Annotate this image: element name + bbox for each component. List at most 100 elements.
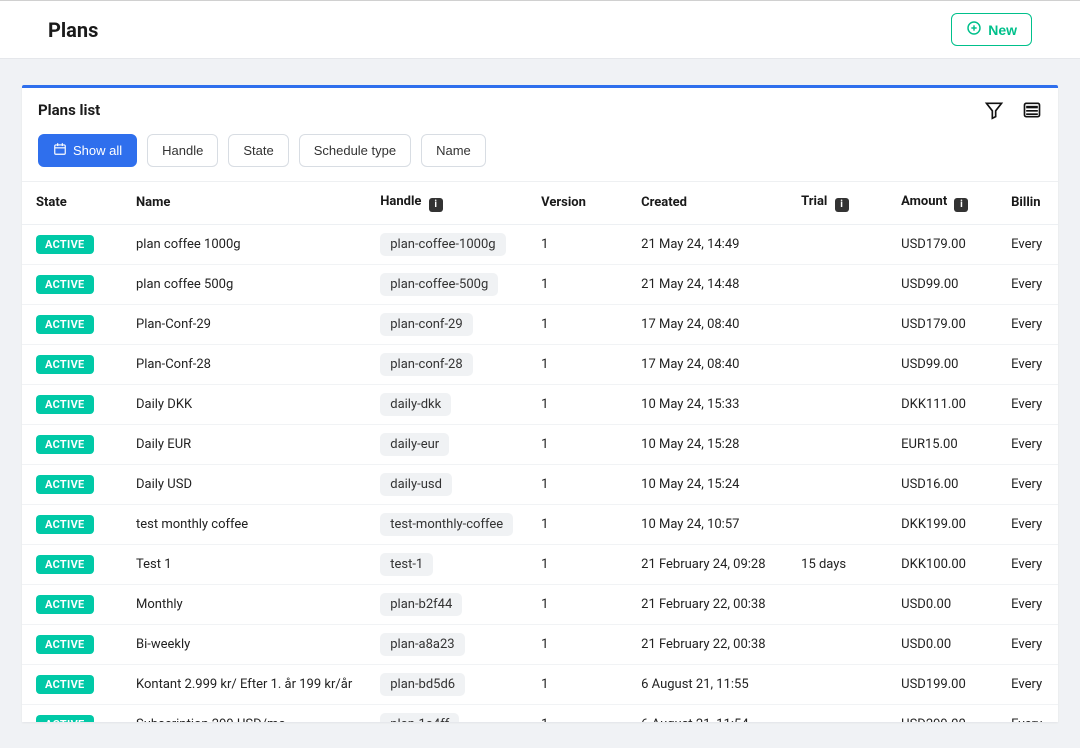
cell-trial [787,664,887,704]
cell-trial [787,224,887,264]
cell-version: 1 [527,624,627,664]
cell-created: 17 May 24, 08:40 [627,344,787,384]
info-icon[interactable]: i [954,198,968,212]
filter-handle[interactable]: Handle [147,134,218,167]
table-row[interactable]: ACTIVEDaily DKKdaily-dkk110 May 24, 15:3… [22,384,1058,424]
status-badge: ACTIVE [36,235,94,254]
table-row[interactable]: ACTIVEplan coffee 500gplan-coffee-500g12… [22,264,1058,304]
table-scroll[interactable]: State Name Handle i Version Created Tria… [22,182,1058,722]
cell-amount: EUR15.00 [887,424,997,464]
panel-title: Plans list [38,101,100,119]
new-button[interactable]: New [951,13,1032,46]
table-row[interactable]: ACTIVETest 1test-1121 February 24, 09:28… [22,544,1058,584]
cell-amount: USD0.00 [887,624,997,664]
table-row[interactable]: ACTIVEKontant 2.999 kr/ Efter 1. år 199 … [22,664,1058,704]
cell-billing: Every [997,304,1058,344]
cell-billing: Every [997,544,1058,584]
filter-show-all-label: Show all [73,143,122,158]
cell-created: 21 May 24, 14:49 [627,224,787,264]
handle-pill[interactable]: test-1 [380,553,433,576]
info-icon[interactable]: i [835,198,849,212]
status-badge: ACTIVE [36,435,94,454]
handle-pill[interactable]: plan-1a4ff [380,713,459,723]
cell-version: 1 [527,584,627,624]
cell-created: 6 August 21, 11:54 [627,704,787,722]
cell-name: Plan-Conf-29 [122,304,366,344]
cell-amount: USD199.00 [887,664,997,704]
table-row[interactable]: ACTIVEMonthlyplan-b2f44121 February 22, … [22,584,1058,624]
status-badge: ACTIVE [36,395,94,414]
cell-amount: DKK111.00 [887,384,997,424]
table-row[interactable]: ACTIVEDaily USDdaily-usd110 May 24, 15:2… [22,464,1058,504]
cell-version: 1 [527,384,627,424]
page-header: Plans New [0,0,1080,59]
status-badge: ACTIVE [36,675,94,694]
status-badge: ACTIVE [36,315,94,334]
cell-amount: USD99.00 [887,344,997,384]
col-state[interactable]: State [22,182,122,224]
cell-name: Daily USD [122,464,366,504]
table-row[interactable]: ACTIVEPlan-Conf-28plan-conf-28117 May 24… [22,344,1058,384]
cell-trial [787,264,887,304]
table-row[interactable]: ACTIVEDaily EURdaily-eur110 May 24, 15:2… [22,424,1058,464]
cell-created: 6 August 21, 11:55 [627,664,787,704]
table-row[interactable]: ACTIVE plan coffee 1000g plan-coffee-1000g… [22,224,1058,264]
handle-pill[interactable]: plan-b2f44 [380,593,462,616]
table-row[interactable]: ACTIVEtest monthly coffeetest-monthly-co… [22,504,1058,544]
filter-show-all[interactable]: Show all [38,134,137,167]
cell-billing: Every [997,384,1058,424]
plans-table: State Name Handle i Version Created Tria… [22,182,1058,722]
col-trial[interactable]: Trial i [787,182,887,224]
table-row[interactable]: ACTIVEBi-weeklyplan-a8a23121 February 22… [22,624,1058,664]
col-amount[interactable]: Amount i [887,182,997,224]
cell-name: Monthly [122,584,366,624]
handle-pill[interactable]: plan-conf-28 [380,353,472,376]
info-icon[interactable]: i [429,198,443,212]
filter-name[interactable]: Name [421,134,486,167]
filter-state[interactable]: State [228,134,288,167]
col-handle[interactable]: Handle i [366,182,527,224]
cell-billing: Every [997,664,1058,704]
cell-trial [787,304,887,344]
cell-created: 10 May 24, 10:57 [627,504,787,544]
cell-billing: Every [997,624,1058,664]
status-badge: ACTIVE [36,475,94,494]
cell-version: 1 [527,544,627,584]
calendar-icon [53,142,67,159]
cell-created: 21 May 24, 14:48 [627,264,787,304]
cell-trial [787,384,887,424]
handle-pill[interactable]: plan-coffee-1000g [380,233,505,256]
cell-billing: Every [997,464,1058,504]
cell-version: 1 [527,424,627,464]
cell-version: 1 [527,464,627,504]
handle-pill[interactable]: plan-a8a23 [380,633,464,656]
cell-name: Plan-Conf-28 [122,344,366,384]
filter-icon[interactable] [984,100,1004,120]
filter-schedule-type[interactable]: Schedule type [299,134,411,167]
handle-pill[interactable]: plan-coffee-500g [380,273,498,296]
handle-pill[interactable]: daily-usd [380,473,452,496]
handle-pill[interactable]: daily-eur [380,433,449,456]
cell-billing: Every [997,704,1058,722]
handle-pill[interactable]: plan-conf-29 [380,313,472,336]
col-version[interactable]: Version [527,182,627,224]
handle-pill[interactable]: daily-dkk [380,393,451,416]
handle-pill[interactable]: test-monthly-coffee [380,513,513,536]
plus-circle-icon [966,20,982,39]
cell-name: plan coffee 1000g [122,224,366,264]
cell-trial [787,504,887,544]
col-created[interactable]: Created [627,182,787,224]
col-billing[interactable]: Billin [997,182,1058,224]
cell-version: 1 [527,344,627,384]
status-badge: ACTIVE [36,715,94,723]
cell-name: Subscription 299 USD/mo [122,704,366,722]
cell-created: 17 May 24, 08:40 [627,304,787,344]
handle-pill[interactable]: plan-bd5d6 [380,673,465,696]
cell-amount: USD179.00 [887,304,997,344]
col-name[interactable]: Name [122,182,366,224]
columns-icon[interactable] [1022,100,1042,120]
cell-billing: Every [997,344,1058,384]
table-row[interactable]: ACTIVEPlan-Conf-29plan-conf-29117 May 24… [22,304,1058,344]
plans-list-panel: Plans list Show all Handle State Schedul… [22,85,1058,722]
table-row[interactable]: ACTIVESubscription 299 USD/moplan-1a4ff1… [22,704,1058,722]
